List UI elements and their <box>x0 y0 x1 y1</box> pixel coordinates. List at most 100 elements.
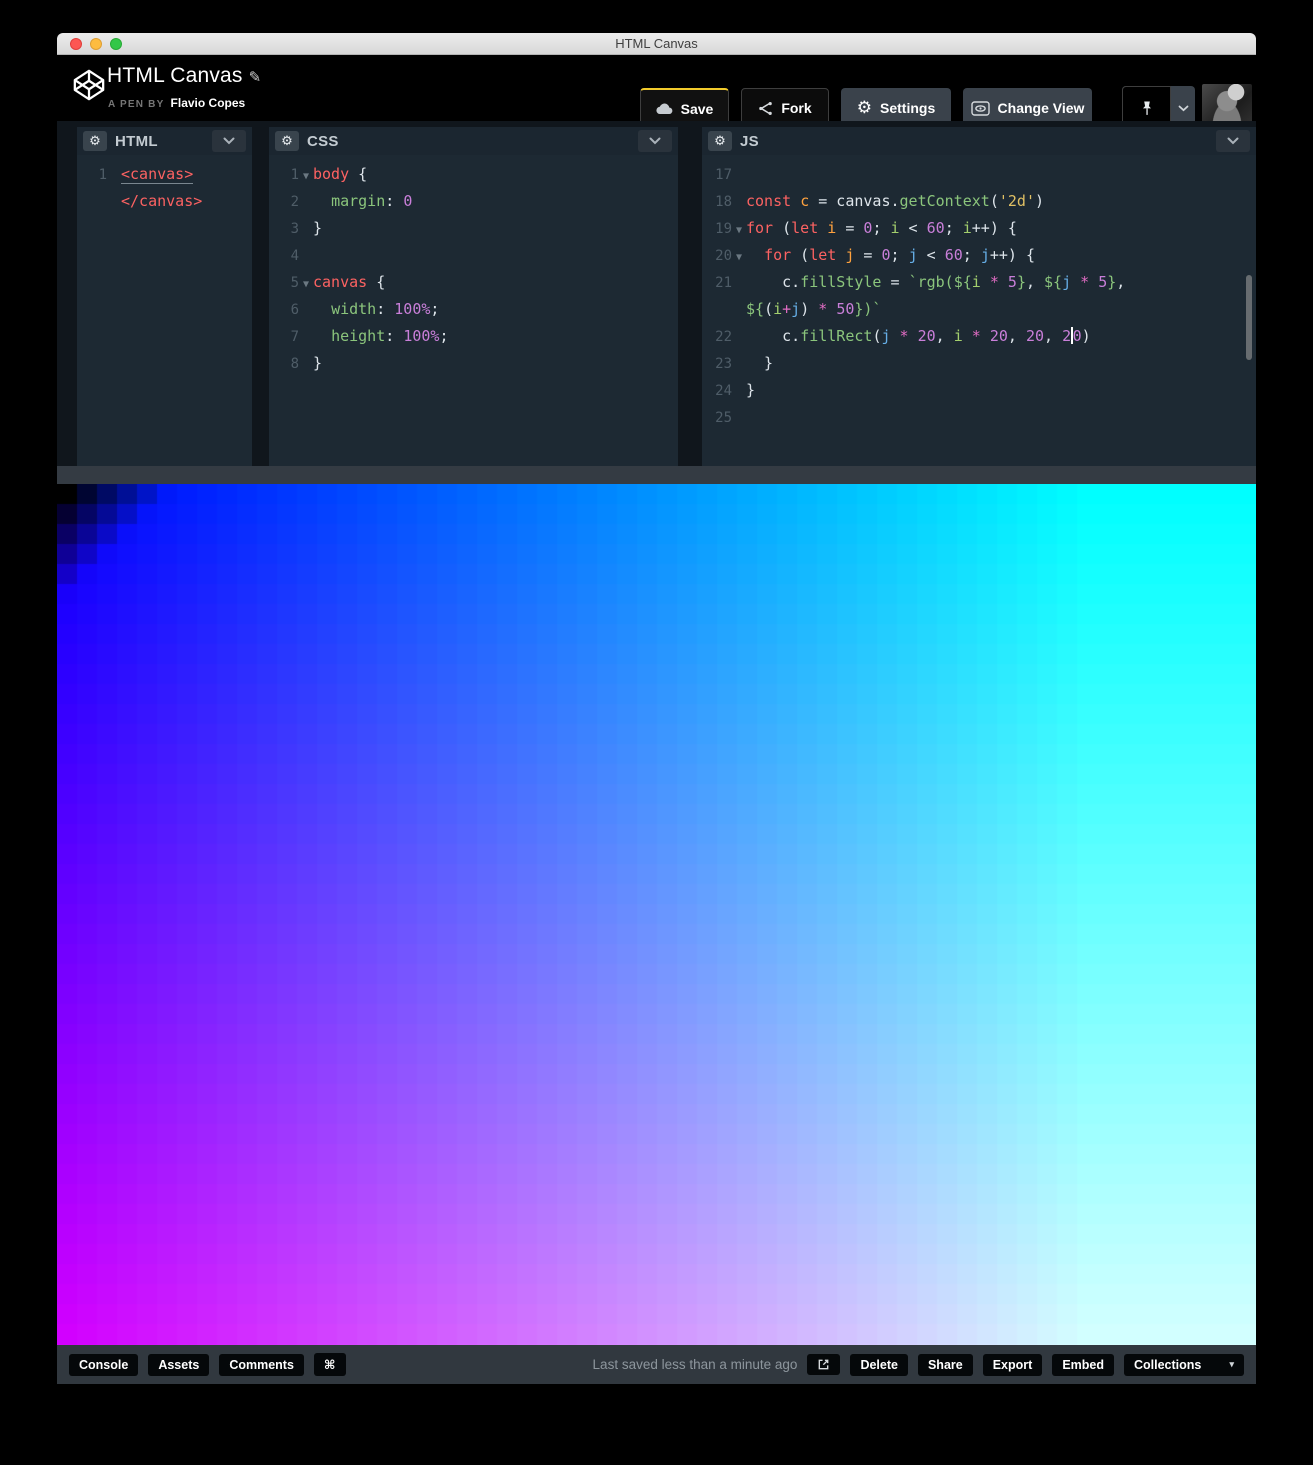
code-line[interactable]: ${(i+j) * 50})` <box>702 296 1256 323</box>
code-token: 2 <box>1062 327 1072 345</box>
code-line[interactable]: 19 ▼ for (let i = 0; i < 60; i++) { <box>702 215 1256 242</box>
pen-title-text: HTML Canvas <box>107 64 243 87</box>
code-line[interactable]: 21 c.fillStyle = `rgb(${i * 5}, ${j * 5}… <box>702 269 1256 296</box>
code-line[interactable]: 7 height: 100%; <box>269 323 678 350</box>
line-number: 7 <box>290 329 299 345</box>
code-line[interactable]: 18 const c = canvas.getContext('2d') <box>702 188 1256 215</box>
code-token: , <box>1044 327 1063 345</box>
code-token: i <box>962 219 972 237</box>
fold-arrow-icon[interactable]: ▼ <box>299 163 313 190</box>
code-line[interactable]: 23 } <box>702 350 1256 377</box>
line-number: 4 <box>290 248 299 264</box>
code-token: ${ <box>953 273 972 291</box>
code-token: : <box>385 327 404 345</box>
export-button[interactable]: Export <box>982 1353 1043 1376</box>
code-token: = <box>836 219 864 237</box>
fold-arrow-icon[interactable]: ▼ <box>732 217 746 244</box>
pencil-icon[interactable]: ✎ <box>249 69 262 86</box>
js-panel-gear-button[interactable]: ⚙ <box>708 131 732 151</box>
code-token: < <box>917 246 945 264</box>
pin-dropdown-button[interactable] <box>1171 105 1195 112</box>
save-button-label: Save <box>680 100 714 117</box>
collections-dropdown[interactable]: Collections ▾ <box>1124 1353 1244 1376</box>
css-panel-collapse-button[interactable] <box>638 130 672 152</box>
keyboard-shortcuts-button[interactable]: ⌘ <box>313 1353 346 1376</box>
console-button[interactable]: Console <box>69 1353 139 1376</box>
css-panel-gear-button[interactable]: ⚙ <box>275 131 299 151</box>
code-token: i <box>773 300 783 318</box>
code-token: } <box>1016 273 1026 291</box>
code-line[interactable]: 22 c.fillRect(j * 20, i * 20, 20, 2 0) <box>702 323 1256 350</box>
line-number: 8 <box>290 356 299 372</box>
code-token: j <box>980 246 990 264</box>
code-token: ) <box>800 300 819 318</box>
code-line[interactable]: 25 <box>702 404 1256 431</box>
editor-section: ⚙ HTML 1 <canvas> </canvas> ⚙ CSS 1 ▼ body {… <box>57 121 1256 484</box>
author-link[interactable]: Flavio Copes <box>171 96 246 110</box>
code-line[interactable]: 4 <box>269 242 678 269</box>
code-token: } <box>746 381 756 399</box>
js-scrollbar-thumb[interactable] <box>1246 275 1252 360</box>
delete-button[interactable]: Delete <box>850 1353 908 1376</box>
line-number: 25 <box>715 410 732 426</box>
html-panel-gear-button[interactable]: ⚙ <box>83 131 107 151</box>
line-number: 19 <box>715 221 732 237</box>
code-line[interactable]: 5 ▼ canvas { <box>269 269 678 296</box>
line-number: 21 <box>715 275 732 291</box>
code-token: ${ <box>746 300 765 318</box>
code-token: fillRect <box>800 327 873 345</box>
pen-byline: A PEN BY Flavio Copes <box>108 96 245 110</box>
assets-button[interactable]: Assets <box>148 1353 210 1376</box>
embed-button[interactable]: Embed <box>1052 1353 1114 1376</box>
line-number: 2 <box>290 194 299 210</box>
code-line[interactable]: 20 ▼ for (let j = 0; j < 60; j++) { <box>702 242 1256 269</box>
code-token: ++) { <box>971 219 1017 237</box>
codepen-logo-icon[interactable] <box>72 68 106 107</box>
code-line[interactable]: </canvas> <box>77 188 252 215</box>
code-token: 50 <box>836 300 855 318</box>
code-line[interactable]: 1 <canvas> <box>77 161 252 188</box>
code-token: i <box>890 219 900 237</box>
code-token: canvas <box>313 273 368 291</box>
code-line[interactable]: 2 margin: 0 <box>269 188 678 215</box>
code-token: , <box>1116 273 1126 291</box>
html-code[interactable]: 1 <canvas> </canvas> <box>77 155 252 215</box>
code-line[interactable]: 1 ▼ body { <box>269 161 678 188</box>
code-token: fillStyle <box>800 273 882 291</box>
css-editor-panel: ⚙ CSS 1 ▼ body {2 margin: 0 3} 4 5 ▼ canvas {6 … <box>269 127 678 467</box>
html-panel-collapse-button[interactable] <box>212 130 246 152</box>
fold-arrow-icon[interactable]: ▼ <box>299 271 313 298</box>
line-number: 24 <box>715 383 732 399</box>
code-token: 0 <box>1072 327 1082 345</box>
open-live-view-button[interactable] <box>807 1354 841 1375</box>
line-number: 18 <box>715 194 732 210</box>
code-token: ; <box>439 327 449 345</box>
code-token: ++) { <box>989 246 1035 264</box>
code-line[interactable]: 24} <box>702 377 1256 404</box>
css-code[interactable]: 1 ▼ body {2 margin: 0 3} 4 5 ▼ canvas {6 width:… <box>269 155 678 377</box>
fold-arrow-icon[interactable]: ▼ <box>732 244 746 271</box>
code-line[interactable]: 17 <box>702 161 1256 188</box>
macos-titlebar[interactable]: HTML Canvas <box>57 33 1256 55</box>
code-line[interactable]: 6 width: 100%; <box>269 296 678 323</box>
preview-pane <box>57 484 1256 1345</box>
line-number: 1 <box>290 167 299 183</box>
js-code[interactable]: 17 18 const c = canvas.getContext('2d') 19 ▼… <box>702 155 1256 431</box>
comments-button[interactable]: Comments <box>219 1353 304 1376</box>
code-token: '2d' <box>998 192 1035 210</box>
editor-preview-resizer[interactable] <box>57 466 1256 484</box>
share-button[interactable]: Share <box>917 1353 973 1376</box>
code-line[interactable]: 8} <box>269 350 678 377</box>
collections-label: Collections <box>1134 1357 1202 1372</box>
code-line[interactable]: 3} <box>269 215 678 242</box>
code-token: 20 <box>989 327 1008 345</box>
settings-button-label: Settings <box>880 100 936 116</box>
css-panel-header: ⚙ CSS <box>269 127 678 155</box>
chevron-down-icon <box>1227 137 1239 145</box>
code-token: c <box>800 192 810 210</box>
code-token: = canvas. <box>809 192 900 210</box>
line-number: 5 <box>290 275 299 291</box>
js-panel-collapse-button[interactable] <box>1216 130 1250 152</box>
